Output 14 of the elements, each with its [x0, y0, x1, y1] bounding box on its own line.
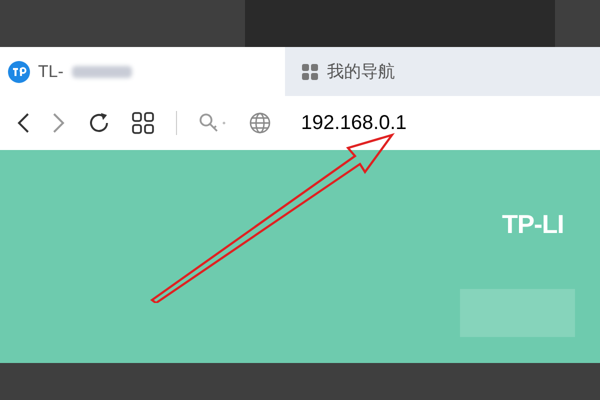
site-logo-icon: [8, 60, 30, 82]
tab-title: TL-: [38, 60, 64, 83]
tab-title: 我的导航: [327, 60, 395, 83]
browser-tab[interactable]: 我的导航: [285, 47, 600, 96]
key-icon[interactable]: [199, 112, 227, 134]
brand-logo: TP-LI: [502, 211, 565, 237]
forward-icon[interactable]: [52, 112, 66, 134]
blurred-text: [72, 66, 132, 78]
back-icon[interactable]: [16, 112, 30, 134]
globe-icon: [249, 112, 271, 134]
grid-icon: [301, 62, 319, 80]
grid-icon[interactable]: [132, 112, 154, 134]
address-field[interactable]: 192.168.0.1: [301, 108, 407, 138]
reload-icon[interactable]: [88, 112, 110, 134]
